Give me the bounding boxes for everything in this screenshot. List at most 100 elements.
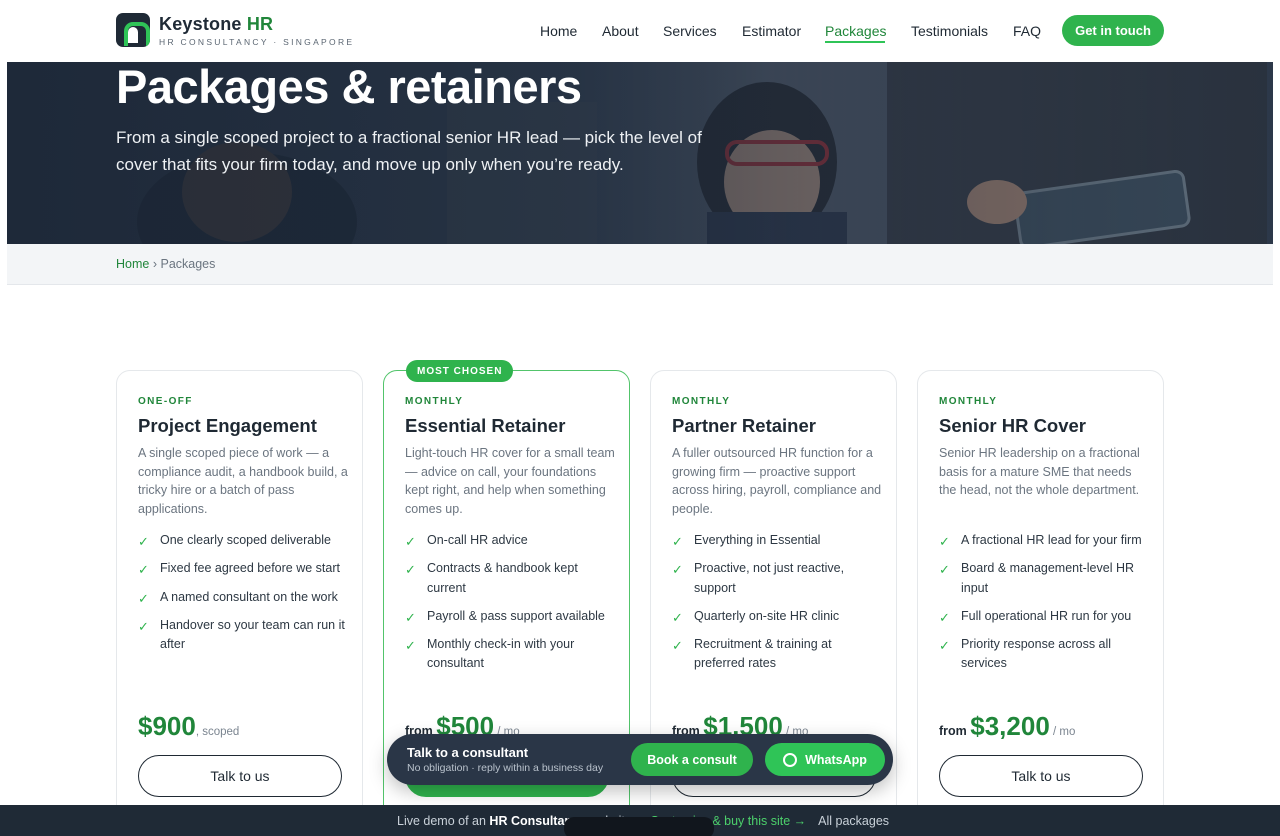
most-chosen-badge: MOST CHOSEN — [406, 360, 514, 382]
feature-item: ✓ Monthly check-in with your consultant — [405, 635, 615, 674]
nav-services[interactable]: Services — [663, 23, 717, 39]
feature-text: Everything in Essential — [694, 533, 821, 547]
feature-text: On-call HR advice — [427, 533, 528, 547]
book-consult-button[interactable]: Book a consult — [631, 743, 753, 776]
check-icon: ✓ — [138, 618, 149, 634]
whatsapp-button[interactable]: WhatsApp — [765, 743, 885, 776]
price-amount: $3,200 — [970, 711, 1050, 741]
feature-item: ✓ Contracts & handbook kept current — [405, 559, 615, 598]
package-title: Partner Retainer — [672, 415, 816, 436]
brand-logo[interactable]: Keystone HR HR CONSULTANCY · SINGAPORE — [116, 13, 354, 47]
feature-item: ✓ Recruitment & training at preferred rat… — [672, 635, 882, 674]
nav-home[interactable]: Home — [540, 23, 577, 39]
brand-name-main: Keystone — [159, 13, 242, 34]
feature-item: ✓ Quarterly on-site HR clinic — [672, 607, 882, 626]
breadcrumb: Home › Packages — [7, 244, 1273, 285]
check-icon: ✓ — [405, 534, 416, 549]
price-prefix: from — [939, 724, 971, 738]
all-packages-link[interactable]: All packages — [818, 814, 889, 828]
check-icon: ✓ — [939, 562, 950, 578]
feature-item: ✓ Handover so your team can run it after — [138, 616, 348, 655]
package-description: A single scoped piece of work — a compli… — [138, 446, 348, 517]
package-kicker: MONTHLY — [939, 396, 998, 407]
overlay-dock — [564, 817, 714, 836]
feature-text: Board & management-level HR input — [961, 561, 1134, 595]
talk-to-us-button[interactable]: Talk to us — [138, 755, 342, 797]
check-icon: ✓ — [138, 534, 149, 549]
feature-item: ✓ Payroll & pass support available — [405, 607, 615, 626]
nav-active-underline — [825, 41, 885, 43]
package-title: Essential Retainer — [405, 415, 566, 436]
package-card-senior-hr-cover: MONTHLY Senior HR Cover Senior HR leader… — [917, 370, 1164, 830]
package-description: Light-touch HR cover for a small team — … — [405, 446, 615, 517]
package-price: from $3,200 / mo — [939, 711, 1075, 742]
feature-item: ✓ Everything in Essential — [672, 531, 882, 550]
package-features: ✓ One clearly scoped deliverable ✓ Fixed f… — [138, 531, 348, 663]
package-title: Project Engagement — [138, 415, 317, 436]
brand-name: Keystone HR — [159, 14, 354, 34]
breadcrumb-current: Packages — [160, 257, 216, 271]
price-suffix: , scoped — [195, 726, 240, 738]
package-kicker: MONTHLY — [405, 396, 464, 407]
package-features: ✓ A fractional HR lead for your firm ✓ Boa… — [939, 531, 1149, 683]
nav-about[interactable]: About — [602, 23, 639, 39]
logo-text: Keystone HR HR CONSULTANCY · SINGAPORE — [159, 14, 354, 47]
package-description: A fuller outsourced HR function for a gr… — [672, 446, 882, 517]
package-price: $900, scoped — [138, 711, 239, 742]
package-kicker: ONE-OFF — [138, 396, 193, 407]
check-icon: ✓ — [672, 638, 683, 654]
feature-text: Quarterly on-site HR clinic — [694, 608, 840, 623]
check-icon: ✓ — [405, 562, 416, 578]
feature-text: Payroll & pass support available — [427, 608, 605, 623]
nav-testimonials[interactable]: Testimonials — [911, 23, 988, 39]
nav-estimator[interactable]: Estimator — [742, 23, 801, 39]
feature-text: Handover so your team can run it after — [160, 617, 345, 652]
check-icon: ✓ — [939, 638, 950, 654]
logo-mark-icon — [116, 13, 150, 47]
page-title: Packages & retainers — [116, 62, 582, 113]
feature-text: A fractional HR lead for your firm — [961, 533, 1142, 547]
feature-text: Fixed fee agreed before we start — [160, 561, 340, 576]
check-icon: ✓ — [405, 638, 416, 654]
nav-packages[interactable]: Packages — [825, 23, 886, 39]
get-in-touch-button[interactable]: Get in touch — [1062, 15, 1164, 46]
breadcrumb-inner: Home › Packages — [116, 257, 215, 271]
package-features: ✓ On-call HR advice ✓ Contracts & handbook… — [405, 531, 615, 683]
whatsapp-icon — [783, 752, 798, 767]
feature-text: Proactive, not just reactive, support — [694, 561, 845, 595]
feature-item: ✓ Proactive, not just reactive, support — [672, 559, 882, 598]
brand-tagline: HR CONSULTANCY · SINGAPORE — [159, 36, 355, 47]
nav-faq[interactable]: FAQ — [1013, 23, 1041, 39]
brand-name-accent: HR — [246, 13, 274, 34]
check-icon: ✓ — [405, 609, 416, 625]
feature-item: ✓ Full operational HR run for you — [939, 607, 1149, 626]
talk-to-us-button[interactable]: Talk to us — [939, 755, 1143, 797]
package-description: Senior HR leadership on a fractional bas… — [939, 446, 1140, 498]
package-features: ✓ Everything in Essential ✓ Proactive, not… — [672, 531, 882, 683]
feature-text: Recruitment & training at preferred rate… — [694, 637, 832, 671]
feature-item: ✓ On-call HR advice — [405, 531, 615, 550]
feature-text: A named consultant on the work — [160, 589, 338, 604]
breadcrumb-separator: › — [152, 257, 157, 271]
hero-description: From a single scoped project to a fracti… — [116, 128, 702, 174]
feature-text: One clearly scoped deliverable — [160, 533, 331, 547]
feature-item: ✓ Priority response across all services — [939, 635, 1149, 674]
demo-prefix: Live demo of an — [397, 814, 490, 828]
feature-text: Priority response across all services — [961, 637, 1112, 671]
price-amount: $900 — [138, 711, 196, 741]
feature-item: ✓ A fractional HR lead for your firm — [939, 531, 1149, 550]
check-icon: ✓ — [138, 562, 149, 578]
contact-bar-subtitle: No obligation · reply within a business … — [407, 762, 604, 774]
check-icon: ✓ — [672, 609, 683, 625]
feature-item: ✓ A named consultant on the work — [138, 588, 348, 607]
package-title: Senior HR Cover — [939, 415, 1087, 436]
feature-text: Contracts & handbook kept current — [427, 561, 578, 595]
breadcrumb-home-link[interactable]: Home — [116, 257, 149, 271]
check-icon: ✓ — [138, 590, 149, 606]
package-card-project-engagement: ONE-OFF Project Engagement A single scop… — [116, 370, 363, 830]
check-icon: ✓ — [672, 562, 683, 578]
hero-banner: Packages & retainers From a single scope… — [7, 62, 1273, 244]
check-icon: ✓ — [672, 534, 683, 549]
feature-text: Monthly check-in with your consultant — [427, 637, 575, 671]
contact-bar-title: Talk to a consultant — [407, 745, 529, 760]
